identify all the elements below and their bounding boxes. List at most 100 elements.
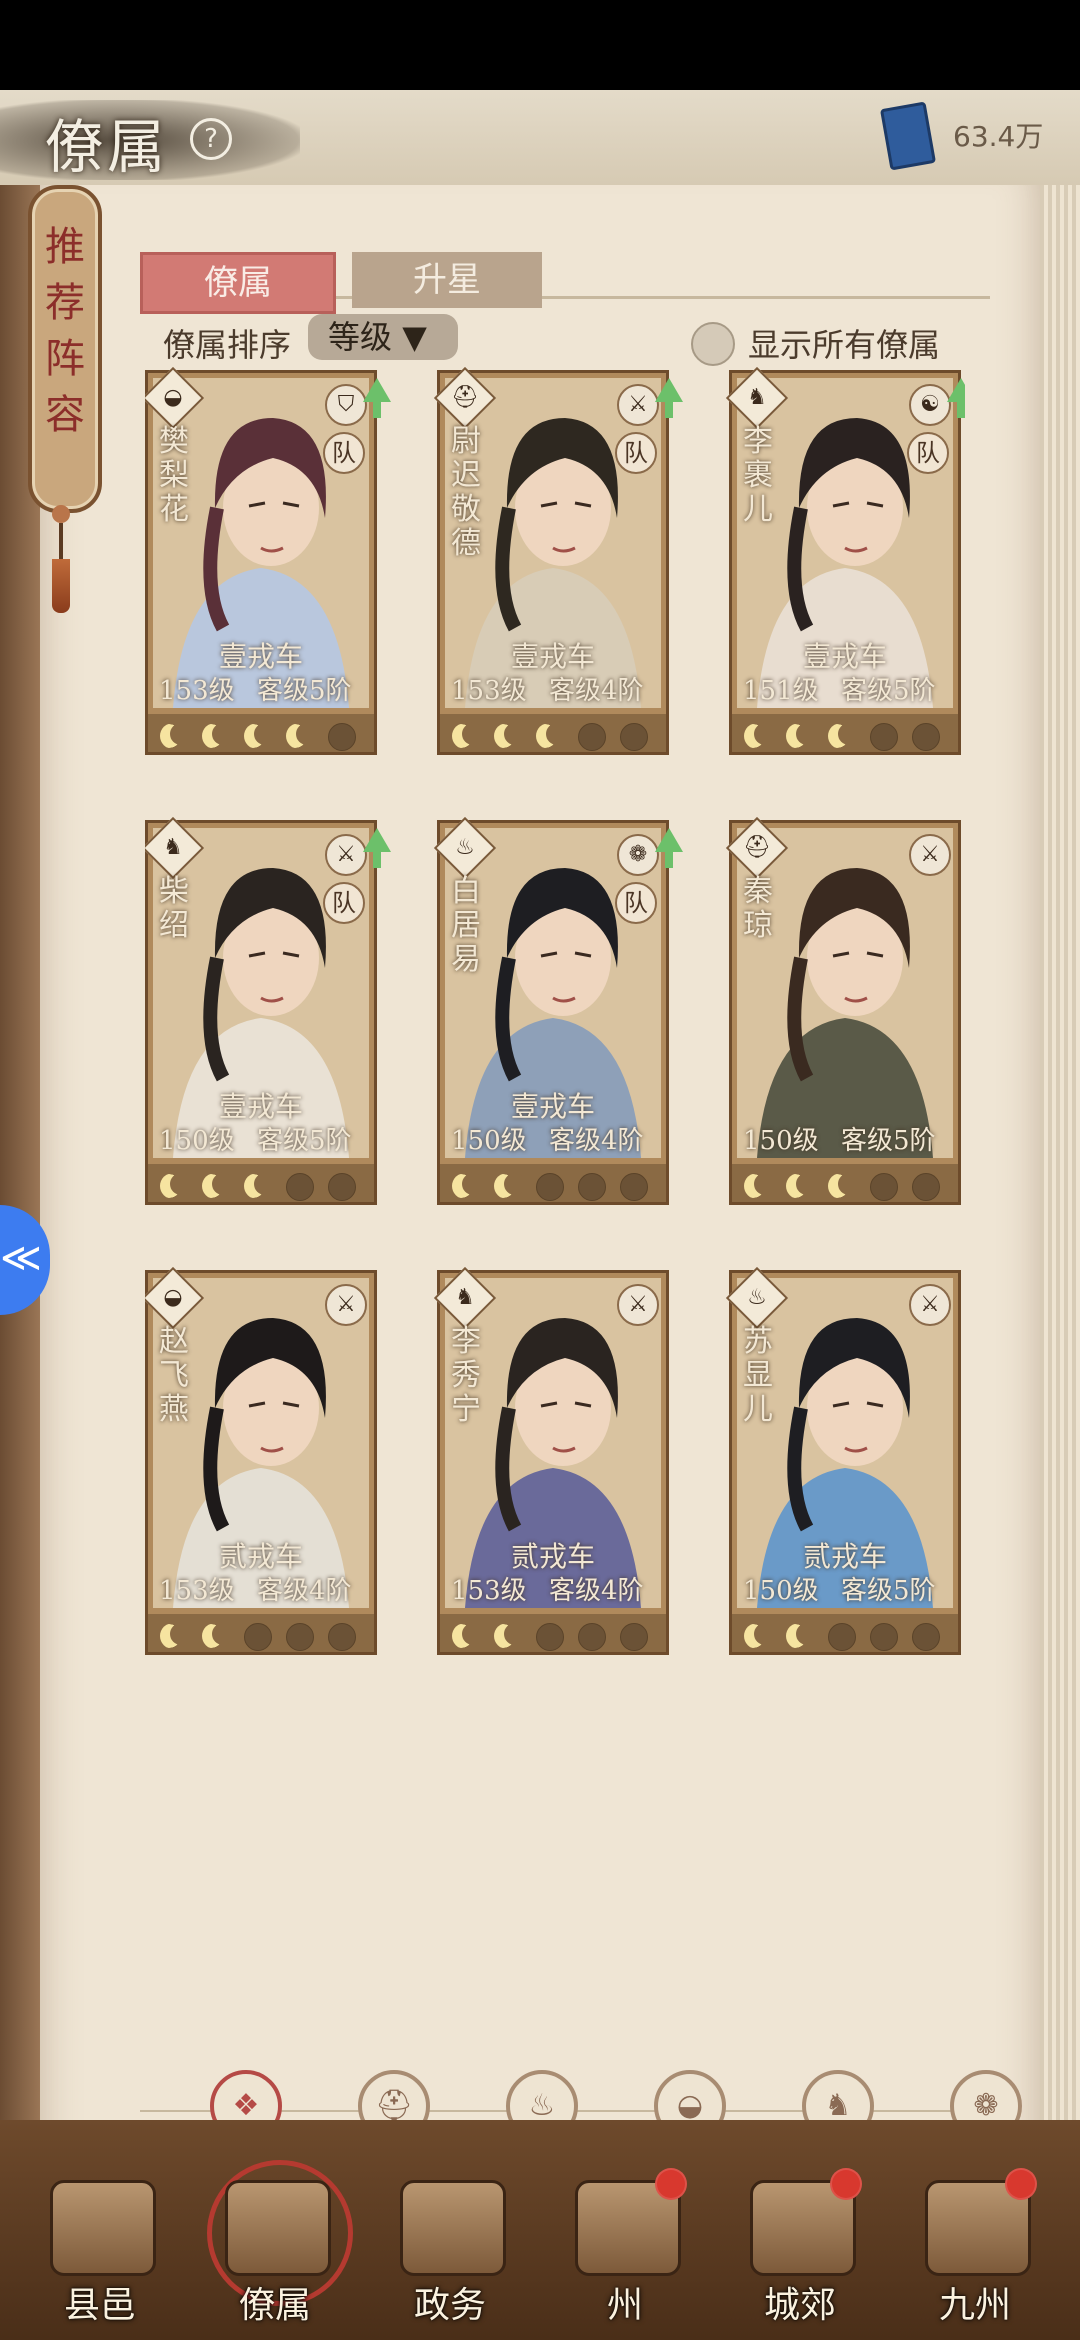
character-name: 赵飞燕 <box>159 1324 189 1427</box>
nav-item[interactable]: 政务 <box>370 2180 530 2330</box>
team-badge: 队 <box>615 882 657 924</box>
help-icon[interactable]: ? <box>190 118 232 160</box>
nav-item[interactable]: 僚属 <box>195 2160 355 2330</box>
recommend-lineup-button[interactable]: 推荐阵容 <box>28 185 102 513</box>
character-level: 150级 <box>743 1576 819 1606</box>
star-bar <box>440 1614 666 1652</box>
moon-star-filled-icon <box>160 1623 192 1649</box>
currency-display[interactable]: 63.4万 <box>879 101 1065 171</box>
status-bar <box>0 0 1080 90</box>
team-badge: 队 <box>907 432 949 474</box>
star-bar <box>440 714 666 752</box>
shield-icon: ⛉ <box>325 384 367 426</box>
moon-star-filled-icon <box>202 723 234 749</box>
tab-subordinates[interactable]: 僚属 <box>140 252 336 314</box>
subordinate-card[interactable]: ⛑ ⚔ 队尉迟敬德 壹戎车 153级 客级4阶 <box>433 366 683 755</box>
subordinate-card[interactable]: ♨ ❁ 队白居易 壹戎车 150级 客级4阶 <box>433 816 683 1205</box>
star-bar <box>148 1164 374 1202</box>
moon-star-filled-icon <box>494 723 526 749</box>
moon-star-empty-icon <box>578 1623 606 1651</box>
moon-star-filled-icon <box>536 723 568 749</box>
moon-star-empty-icon <box>536 1173 564 1201</box>
team-slot-title: 贰戎车 <box>218 1540 303 1573</box>
nav-building-icon <box>50 2180 156 2276</box>
subordinate-card[interactable]: ♞ ⚔ 李秀宁 贰戎车 153级 客级4阶 <box>433 1266 669 1655</box>
character-name: 樊梨花 <box>159 424 189 527</box>
character-name: 苏显儿 <box>743 1324 773 1427</box>
moon-star-filled-icon <box>828 1173 860 1199</box>
subordinate-card[interactable]: ◒ ⚔ 赵飞燕 贰戎车 153级 客级4阶 <box>145 1266 377 1655</box>
team-badge: 队 <box>323 882 365 924</box>
game-screen: 僚属 ? 63.4万 推荐阵容 僚属 升星 僚属排序 等级 ▼ 显示所有僚属 ◒… <box>0 90 1080 2340</box>
sword-icon: ⚔ <box>325 834 367 876</box>
moon-star-empty-icon <box>578 723 606 751</box>
character-name: 尉迟敬德 <box>451 424 481 561</box>
moon-star-filled-icon <box>786 723 818 749</box>
team-badge: 队 <box>615 432 657 474</box>
star-bar <box>732 1164 958 1202</box>
bottom-nav: 县邑 僚属 政务 州 城郊 九州 <box>0 2120 1080 2340</box>
moon-star-empty-icon <box>870 1173 898 1201</box>
moon-star-empty-icon <box>912 1623 940 1651</box>
character-name: 白居易 <box>451 874 481 977</box>
character-rank: 客级4阶 <box>549 1126 644 1156</box>
moon-star-filled-icon <box>744 1173 776 1199</box>
team-slot-title: 壹戎车 <box>802 640 887 673</box>
subordinate-card[interactable]: ♞ ⚔ 队柴绍 壹戎车 150级 客级5阶 <box>145 816 391 1205</box>
moon-star-empty-icon <box>620 1173 648 1201</box>
character-level: 153级 <box>451 1576 527 1606</box>
character-level: 153级 <box>451 676 527 706</box>
nav-label: 县邑 <box>63 2285 136 2326</box>
moon-star-filled-icon <box>744 723 776 749</box>
page-title: 僚属 <box>45 113 170 181</box>
moon-star-empty-icon <box>328 723 356 751</box>
nav-item[interactable]: 九州 <box>895 2168 1055 2330</box>
moon-star-filled-icon <box>160 723 192 749</box>
subordinate-card[interactable]: ◒ ⛉ 队樊梨花 壹戎车 153级 客级5阶 <box>145 366 391 755</box>
upgrade-arrow-icon <box>655 378 683 418</box>
subordinate-card[interactable]: ⛑ ⚔ 秦琼 150级 客级5阶 <box>725 816 961 1205</box>
character-level: 153级 <box>159 676 235 706</box>
team-slot-title: 壹戎车 <box>218 640 303 673</box>
moon-star-filled-icon <box>452 723 484 749</box>
moon-star-empty-icon <box>912 1173 940 1201</box>
moon-star-filled-icon <box>786 1623 818 1649</box>
moon-star-empty-icon <box>620 723 648 751</box>
character-rank: 客级5阶 <box>841 1126 936 1156</box>
team-slot-title: 壹戎车 <box>218 1090 303 1123</box>
tab-star-up[interactable]: 升星 <box>352 252 542 308</box>
moon-star-empty-icon <box>870 1623 898 1651</box>
team-slot-title: 壹戎车 <box>510 1090 595 1123</box>
moon-star-filled-icon <box>202 1173 234 1199</box>
character-level: 150级 <box>451 1126 527 1156</box>
subordinate-card[interactable]: ♞ ☯ 队李裹儿 壹戎车 151级 客级5阶 <box>725 366 965 755</box>
moon-star-filled-icon <box>286 723 318 749</box>
nav-label: 州 <box>606 2285 643 2326</box>
character-level: 153级 <box>159 1576 235 1606</box>
star-bar <box>148 714 374 752</box>
moon-star-filled-icon <box>744 1623 776 1649</box>
team-slot-title: 贰戎车 <box>510 1540 595 1573</box>
nav-item[interactable]: 县邑 <box>20 2180 180 2330</box>
nav-label: 九州 <box>938 2285 1011 2326</box>
team-slot-title: 壹戎车 <box>510 640 595 673</box>
lotus-icon: ❁ <box>617 834 659 876</box>
moon-star-empty-icon <box>578 1173 606 1201</box>
sort-dropdown[interactable]: 等级 ▼ <box>308 314 458 360</box>
upgrade-arrow-icon <box>947 378 965 418</box>
character-rank: 客级5阶 <box>257 1126 352 1156</box>
nav-item[interactable]: 州 <box>545 2168 705 2330</box>
subordinate-card[interactable]: ♨ ⚔ 苏显儿 贰戎车 150级 客级5阶 <box>725 1266 961 1655</box>
sword-icon: ⚔ <box>617 1284 659 1326</box>
character-rank: 客级5阶 <box>841 676 936 706</box>
moon-star-empty-icon <box>286 1173 314 1201</box>
subordinate-grid: ◒ ⛉ 队樊梨花 壹戎车 153级 客级5阶 ⛑ ⚔ 队尉迟敬德 壹戎车 153级 客级4阶 ♞ ☯ 队李裹… <box>145 360 965 1715</box>
nav-item[interactable]: 城郊 <box>720 2168 880 2330</box>
character-level: 150级 <box>159 1126 235 1156</box>
moon-star-empty-icon <box>328 1623 356 1651</box>
upgrade-arrow-icon <box>655 828 683 868</box>
sort-selected: 等级 <box>328 318 393 356</box>
moon-star-empty-icon <box>328 1173 356 1201</box>
character-level: 150级 <box>743 1126 819 1156</box>
moon-star-empty-icon <box>828 1623 856 1651</box>
